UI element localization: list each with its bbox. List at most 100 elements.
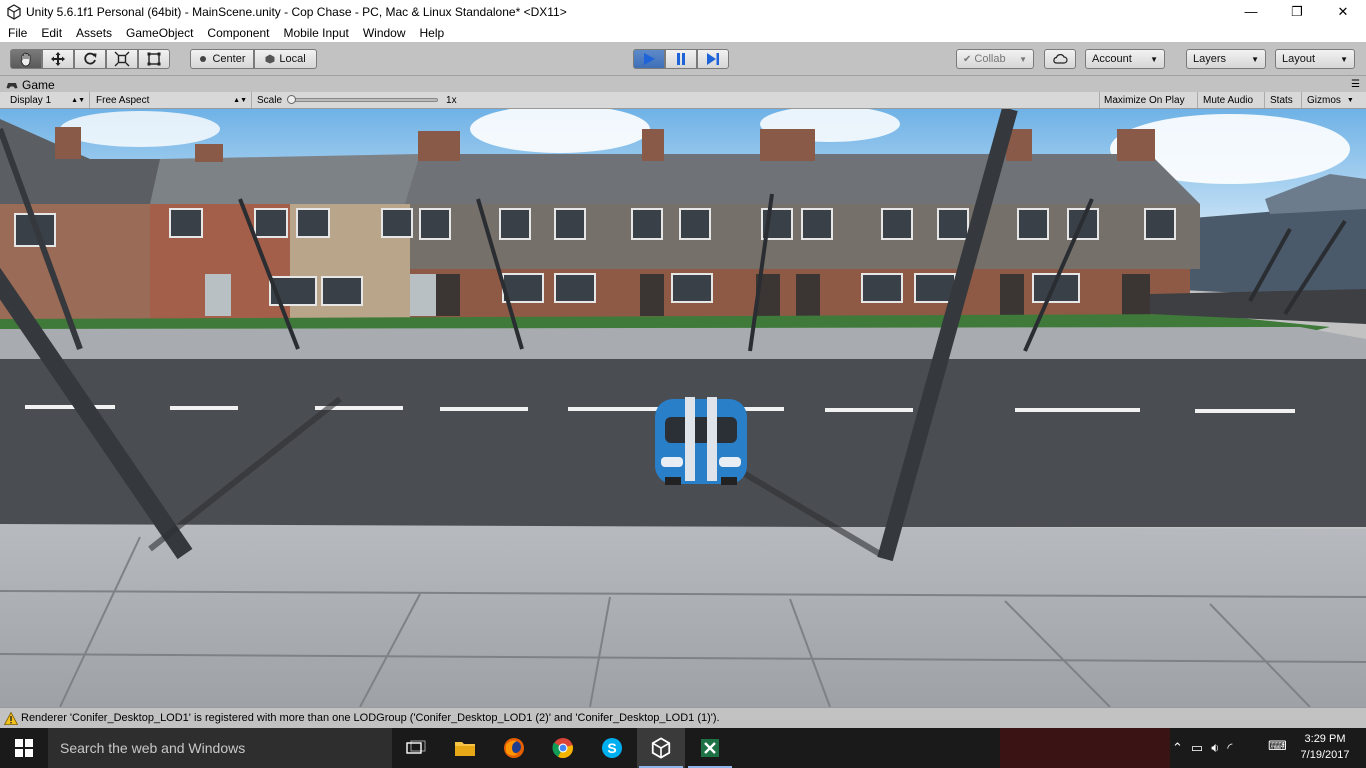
pause-button[interactable] [665,49,697,69]
layers-label: Layers [1193,53,1227,65]
maximize-on-play-label: Maximize On Play [1104,94,1185,106]
menu-file[interactable]: File [0,26,33,40]
gizmos-dropdown[interactable]: Gizmos ▼ [1303,92,1361,108]
check-icon: ✔ [963,53,972,65]
taskbar-chrome[interactable] [539,728,587,768]
rect-tool-button[interactable] [138,49,170,69]
chevron-down-icon: ▼ [1019,54,1027,64]
scale-icon [114,51,130,67]
cloud [60,111,220,147]
keyboard-icon[interactable]: ⌨︎ [1268,738,1287,754]
scale-slider-thumb[interactable] [287,95,297,104]
taskbar-firefox[interactable] [490,728,538,768]
pivot-icon [200,56,207,62]
account-label: Account [1092,53,1132,65]
skype-icon: S [602,738,622,758]
game-view-controls: Display 1 ▲▼ Free Aspect ▲▼ Scale 1x Max… [0,92,1366,109]
hand-icon [20,52,31,67]
menu-assets[interactable]: Assets [68,26,118,40]
chevron-up-icon[interactable]: ⌃ [1172,740,1183,756]
cube-icon [265,54,275,64]
pivot-center-toggle[interactable]: Center [190,49,254,69]
restore-button[interactable]: ❐ [1274,0,1320,23]
clock-date: 7/19/2017 [1300,749,1350,761]
collab-label: Collab [974,53,1006,65]
console-status-bar[interactable]: Renderer 'Conifer_Desktop_LOD1' is regis… [0,707,1366,728]
far-sidewalk [0,327,1366,359]
stats-toggle[interactable]: Stats [1266,92,1302,108]
windows-logo-icon [15,739,33,757]
taskbar-unity[interactable] [637,728,685,768]
step-icon [707,53,719,65]
game-viewport[interactable] [0,109,1366,707]
rotate-tool-button[interactable] [74,49,106,69]
folder-icon [455,742,475,756]
rect-transform-icon [147,52,161,66]
player-car [655,397,747,485]
menu-edit[interactable]: Edit [33,26,68,40]
menu-gameobject[interactable]: GameObject [118,26,199,40]
scale-tool-button[interactable] [106,49,138,69]
chevron-down-icon: ▼ [1346,96,1354,104]
move-tool-button[interactable] [42,49,74,69]
mute-audio-label: Mute Audio [1203,94,1254,106]
task-view-button[interactable] [392,728,440,768]
console-warning-text: Renderer 'Conifer_Desktop_LOD1' is regis… [21,712,720,724]
hand-tool-button[interactable] [10,49,42,69]
aspect-dropdown[interactable]: Free Aspect ▲▼ [92,92,252,108]
power-icon[interactable]: ▭ [1191,740,1203,756]
play-button[interactable] [633,49,665,69]
search-box[interactable]: Search the web and Windows [48,728,392,768]
menu-window[interactable]: Window [355,26,412,40]
game-controller-icon [6,82,18,88]
game-scene [0,109,1366,707]
volume-icon[interactable]: 🔉︎ [1211,740,1219,756]
space-label: Local [279,53,306,65]
display-dropdown[interactable]: Display 1 ▲▼ [6,92,90,108]
start-button[interactable] [0,728,48,768]
wifi-icon[interactable]: ◜ [1227,740,1232,756]
menu-mobile-input[interactable]: Mobile Input [275,26,354,40]
scale-slider[interactable] [287,95,439,104]
chrome-icon [552,738,573,759]
mute-audio-toggle[interactable]: Mute Audio [1199,92,1265,108]
layout-dropdown[interactable]: Layout ▼ [1275,49,1355,69]
game-tab-header: Game ☰ [0,77,1366,92]
cloud-services-button[interactable] [1044,49,1076,69]
aspect-label: Free Aspect [96,94,150,106]
near-sidewalk [0,524,1366,707]
game-tab-label: Game [22,77,55,92]
clock[interactable]: 3:29 PM 7/19/2017 [1292,731,1358,765]
firefox-icon [504,738,524,758]
taskbar-highlight [1000,728,1170,768]
layers-dropdown[interactable]: Layers ▼ [1186,49,1266,69]
pause-icon [677,53,685,65]
tab-game[interactable]: Game [6,77,55,92]
chevron-down-icon: ▲▼ [233,96,247,104]
stats-label: Stats [1270,94,1293,106]
taskbar-file-explorer[interactable] [441,728,489,768]
roof-mid [150,154,420,204]
scale-value: 1x [446,94,457,106]
task-view-icon [406,740,426,754]
layout-label: Layout [1282,53,1316,65]
taskbar-skype[interactable]: S [588,728,636,768]
taskbar-excel[interactable] [686,728,734,768]
clock-time: 3:29 PM [1304,733,1346,745]
close-button[interactable]: ✕ [1320,0,1366,23]
menu-bar: File Edit Assets GameObject Component Mo… [0,23,1366,42]
move-arrows-icon [51,52,65,66]
tab-menu-icon[interactable]: ☰ [1351,79,1360,90]
space-local-toggle[interactable]: Local [254,49,317,69]
account-dropdown[interactable]: Account ▼ [1085,49,1165,69]
window-title-bar: Unity 5.6.1f1 Personal (64bit) - MainSce… [0,0,1366,23]
pivot-label: Center [212,53,246,65]
chevron-down-icon: ▼ [1251,54,1259,64]
menu-component[interactable]: Component [199,26,275,40]
menu-help[interactable]: Help [412,26,451,40]
collab-dropdown[interactable]: ✔ Collab ▼ [956,49,1034,69]
maximize-on-play-toggle[interactable]: Maximize On Play [1099,92,1198,108]
minimize-button[interactable]: — [1228,0,1274,23]
step-button[interactable] [697,49,729,69]
scale-label: Scale [257,94,283,106]
